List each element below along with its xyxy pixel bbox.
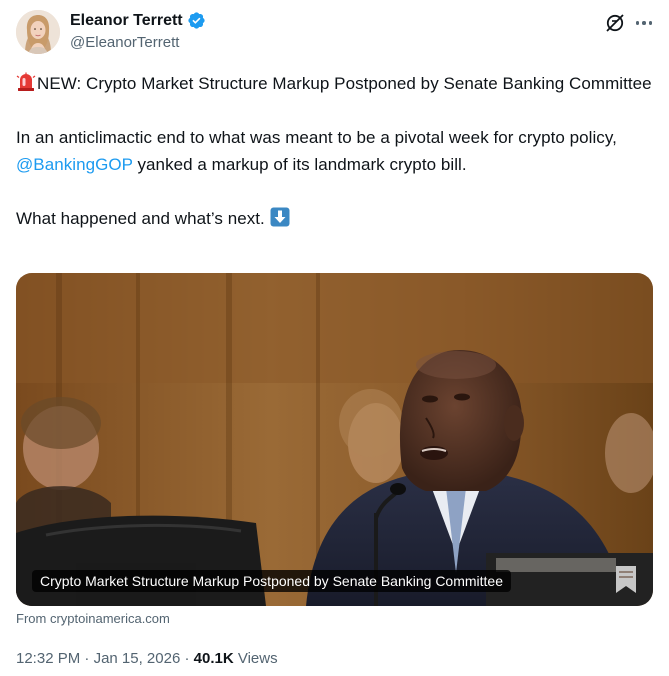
card-image bbox=[16, 273, 653, 606]
tweet-para2-text: In an anticlimactic end to what was mean… bbox=[16, 128, 617, 147]
more-icon[interactable] bbox=[632, 12, 656, 34]
views-count[interactable]: 40.1K bbox=[194, 650, 234, 667]
bookmark-icon[interactable] bbox=[615, 564, 637, 594]
tweet-line-2: In an anticlimactic end to what was mean… bbox=[16, 124, 656, 178]
link-card[interactable]: Crypto Market Structure Markup Postponed… bbox=[16, 273, 653, 606]
mention-link[interactable]: @BankingGOP bbox=[16, 155, 133, 174]
display-name[interactable]: Eleanor Terrett bbox=[70, 12, 183, 30]
tweet-para3-text: What happened and what’s next. bbox=[16, 209, 270, 228]
tweet-line-3: What happened and what’s next. bbox=[16, 205, 656, 232]
timestamp-date[interactable]: Jan 15, 2026 bbox=[94, 650, 181, 667]
tweet-text: NEW: Crypto Market Structure Markup Post… bbox=[16, 70, 656, 232]
tweet-header: Eleanor Terrett @EleanorTerrett bbox=[16, 8, 656, 60]
tweet-para2-text-end: yanked a markup of its landmark crypto b… bbox=[132, 155, 467, 174]
rotating-light-emoji-icon bbox=[16, 72, 36, 92]
name-row: Eleanor Terrett bbox=[70, 11, 206, 30]
tweet-meta: 12:32 PM · Jan 15, 2026 · 40.1K Views bbox=[16, 650, 278, 667]
views-label: Views bbox=[237, 650, 278, 667]
grok-icon[interactable] bbox=[604, 12, 626, 34]
meta-separator: · bbox=[84, 650, 90, 667]
handle[interactable]: @EleanorTerrett bbox=[70, 34, 179, 51]
tweet-headline: NEW: Crypto Market Structure Markup Post… bbox=[37, 74, 652, 93]
card-caption: Crypto Market Structure Markup Postponed… bbox=[32, 570, 511, 592]
avatar[interactable] bbox=[16, 10, 60, 54]
timestamp-time[interactable]: 12:32 PM bbox=[16, 650, 80, 667]
meta-separator-2: · bbox=[184, 650, 190, 667]
tweet-line-1: NEW: Crypto Market Structure Markup Post… bbox=[16, 70, 656, 97]
card-source-link[interactable]: From cryptoinamerica.com bbox=[16, 611, 170, 626]
down-arrow-emoji-icon bbox=[270, 207, 290, 227]
verified-badge-icon[interactable] bbox=[187, 11, 206, 30]
